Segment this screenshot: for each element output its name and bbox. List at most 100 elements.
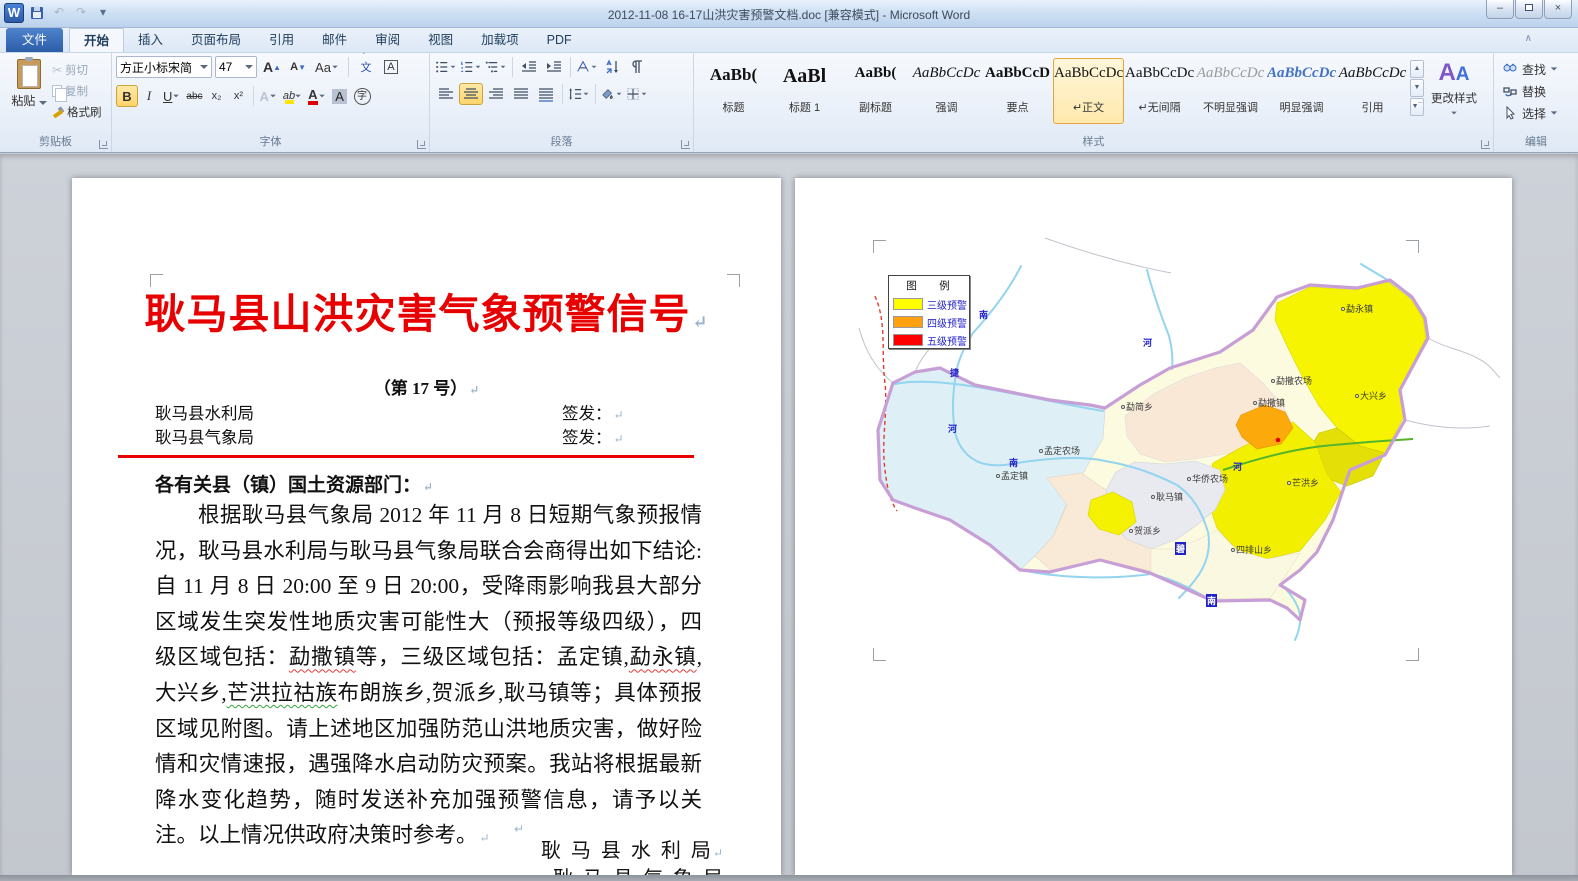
distribute-button[interactable]	[534, 83, 558, 105]
paragraph-dialog-launcher[interactable]	[681, 140, 690, 149]
change-styles-button[interactable]: AA 更改样式	[1425, 56, 1483, 118]
font-size-combo[interactable]: 47	[215, 56, 257, 78]
ribbon: 粘贴 ✂剪切 复制 格式刷 剪贴板 方正小标宋简 47 A▲ A▼ Aa	[0, 53, 1578, 153]
tab-mailings[interactable]: 邮件	[308, 28, 361, 52]
window-title: 2012-11-08 16-17山洪灾害预警文档.doc [兼容模式] - Mi…	[0, 6, 1578, 23]
style-name: 引用	[1338, 99, 1407, 115]
text-effects-button[interactable]: A	[257, 85, 280, 107]
style-preview: AaBbCcD	[983, 65, 1052, 95]
close-button[interactable]: ×	[1544, 0, 1572, 19]
highlight-button[interactable]: ab	[280, 85, 305, 107]
style-title[interactable]: AaBb(标题	[698, 58, 769, 124]
style-heading1[interactable]: AaBl标题 1	[769, 58, 840, 124]
increase-indent-button[interactable]	[542, 56, 566, 78]
justify-button[interactable]	[509, 83, 533, 105]
change-case-button[interactable]: Aa	[312, 56, 342, 78]
map-place-label: 勐简乡	[1121, 400, 1153, 413]
map-river-label: 南	[1009, 456, 1018, 469]
style-intense-emphasis[interactable]: AaBbCcDc明显强调	[1266, 58, 1337, 124]
decrease-indent-button[interactable]	[517, 56, 541, 78]
red-divider-line	[118, 455, 694, 458]
borders-button[interactable]	[625, 83, 649, 105]
asian-layout-button[interactable]	[575, 56, 599, 78]
restore-button[interactable]	[1515, 0, 1543, 19]
paste-icon	[17, 59, 41, 89]
collapse-ribbon-button[interactable]: ∧	[1525, 33, 1532, 44]
place-dot-icon	[996, 474, 1000, 478]
align-center-button[interactable]	[459, 83, 483, 105]
gallery-expand-button[interactable]: ▼¯	[1410, 98, 1424, 116]
font-name-combo[interactable]: 方正小标宋简	[116, 56, 212, 78]
restore-icon	[1525, 4, 1533, 11]
font-color-button[interactable]: A	[305, 85, 328, 107]
bullets-button[interactable]	[434, 56, 458, 78]
tab-references[interactable]: 引用	[255, 28, 308, 52]
legend-label: 五级预警	[927, 333, 967, 348]
style-no-spacing[interactable]: AaBbCcDc↵无间隔	[1124, 58, 1195, 124]
strikethrough-button[interactable]: abc	[183, 85, 205, 107]
word-window: W ↶ ↷ ▾ 2012-11-08 16-17山洪灾害预警文档.doc [兼容…	[0, 0, 1578, 881]
superscript-button[interactable]: x²	[228, 85, 250, 107]
align-right-button[interactable]	[484, 83, 508, 105]
tab-pdf[interactable]: PDF	[533, 28, 586, 52]
tab-insert[interactable]: 插入	[124, 28, 177, 52]
character-shading-button[interactable]: A	[329, 85, 351, 107]
style-preview: AaBbCcDc	[1125, 65, 1194, 95]
tab-view[interactable]: 视图	[414, 28, 467, 52]
align-left-button[interactable]	[434, 83, 458, 105]
font-dialog-launcher[interactable]	[417, 140, 426, 149]
place-dot-icon	[1231, 548, 1235, 552]
line-spacing-button[interactable]	[567, 83, 591, 105]
style-preview: AaBbCcDc	[1196, 65, 1265, 95]
gallery-scroll-down-button[interactable]: ▼	[1410, 79, 1424, 97]
legend-swatch	[893, 298, 923, 310]
style-emphasis[interactable]: AaBbCcDc强调	[911, 58, 982, 124]
show-hide-marks-button[interactable]	[625, 56, 649, 78]
tab-file[interactable]: 文件	[6, 28, 63, 52]
tab-home[interactable]: 开始	[69, 28, 124, 52]
style-quote[interactable]: AaBbCcDc引用	[1337, 58, 1408, 124]
style-preview: AaBl	[770, 65, 839, 95]
numbering-button[interactable]	[459, 56, 483, 78]
body-paragraph[interactable]: 根据耿马县气象局 2012 年 11 月 8 日短期气象预报情况，耿马县水利局与…	[155, 498, 702, 857]
subscript-button[interactable]: x₂	[206, 85, 228, 107]
enclose-characters-button[interactable]: 字	[351, 85, 374, 107]
underline-button[interactable]: U	[160, 85, 183, 107]
sort-button[interactable]	[600, 56, 624, 78]
minimize-button[interactable]: –	[1486, 0, 1514, 19]
format-painter-button[interactable]: 格式刷	[52, 101, 110, 122]
style-strong[interactable]: AaBbCcD要点	[982, 58, 1053, 124]
tab-page-layout[interactable]: 页面布局	[177, 28, 255, 52]
gallery-scroll-up-button[interactable]: ▲	[1410, 60, 1424, 78]
document-page-2[interactable]: 图 例 三级预警四级预警五级预警 勐永镇勐撒农场勐撒镇大兴乡勐简乡孟定农场孟定镇…	[795, 178, 1512, 875]
styles-dialog-launcher[interactable]	[1481, 140, 1490, 149]
tab-add-ins[interactable]: 加载项	[467, 28, 533, 52]
find-button[interactable]: 查找	[1498, 58, 1574, 80]
shrink-font-button[interactable]: A▼	[287, 56, 309, 78]
replace-button[interactable]: 替换	[1498, 80, 1574, 102]
style-normal[interactable]: AaBbCcDc↵正文	[1053, 58, 1124, 124]
italic-button[interactable]: I	[138, 85, 160, 107]
map-river-label: 河	[1233, 460, 1242, 473]
body-text-segment: 等，三级区域包括：孟定镇,	[356, 645, 629, 669]
shading-button[interactable]	[600, 83, 624, 105]
grow-font-button[interactable]: A▲	[260, 56, 284, 78]
bold-button[interactable]: B	[116, 85, 138, 107]
character-border-button[interactable]: A	[380, 56, 402, 78]
body-text-segment: 勐撒镇	[289, 645, 356, 669]
copy-button[interactable]: 复制	[52, 80, 110, 101]
cut-button[interactable]: ✂剪切	[52, 59, 110, 80]
paste-button[interactable]: 粘贴	[8, 57, 50, 129]
style-subtitle[interactable]: AaBb(副标题	[840, 58, 911, 124]
warning-spot	[1276, 438, 1281, 443]
multilevel-list-button[interactable]	[484, 56, 508, 78]
phonetic-guide-button[interactable]: 文	[355, 56, 377, 78]
select-button[interactable]: 选择	[1498, 102, 1574, 124]
document-page-1[interactable]: 耿马县山洪灾害气象预警信号↵ （第 17 号）↵ 耿马县水利局 签发：↵ 耿马县…	[72, 178, 781, 875]
style-subtle-emphasis[interactable]: AaBbCcDc不明显强调	[1195, 58, 1266, 124]
paste-dropdown[interactable]	[39, 101, 47, 105]
place-dot-icon	[1039, 449, 1043, 453]
clipboard-dialog-launcher[interactable]	[99, 140, 108, 149]
signature-line: 耿 马 县 气 象 局	[72, 862, 723, 875]
tab-review[interactable]: 审阅	[361, 28, 414, 52]
